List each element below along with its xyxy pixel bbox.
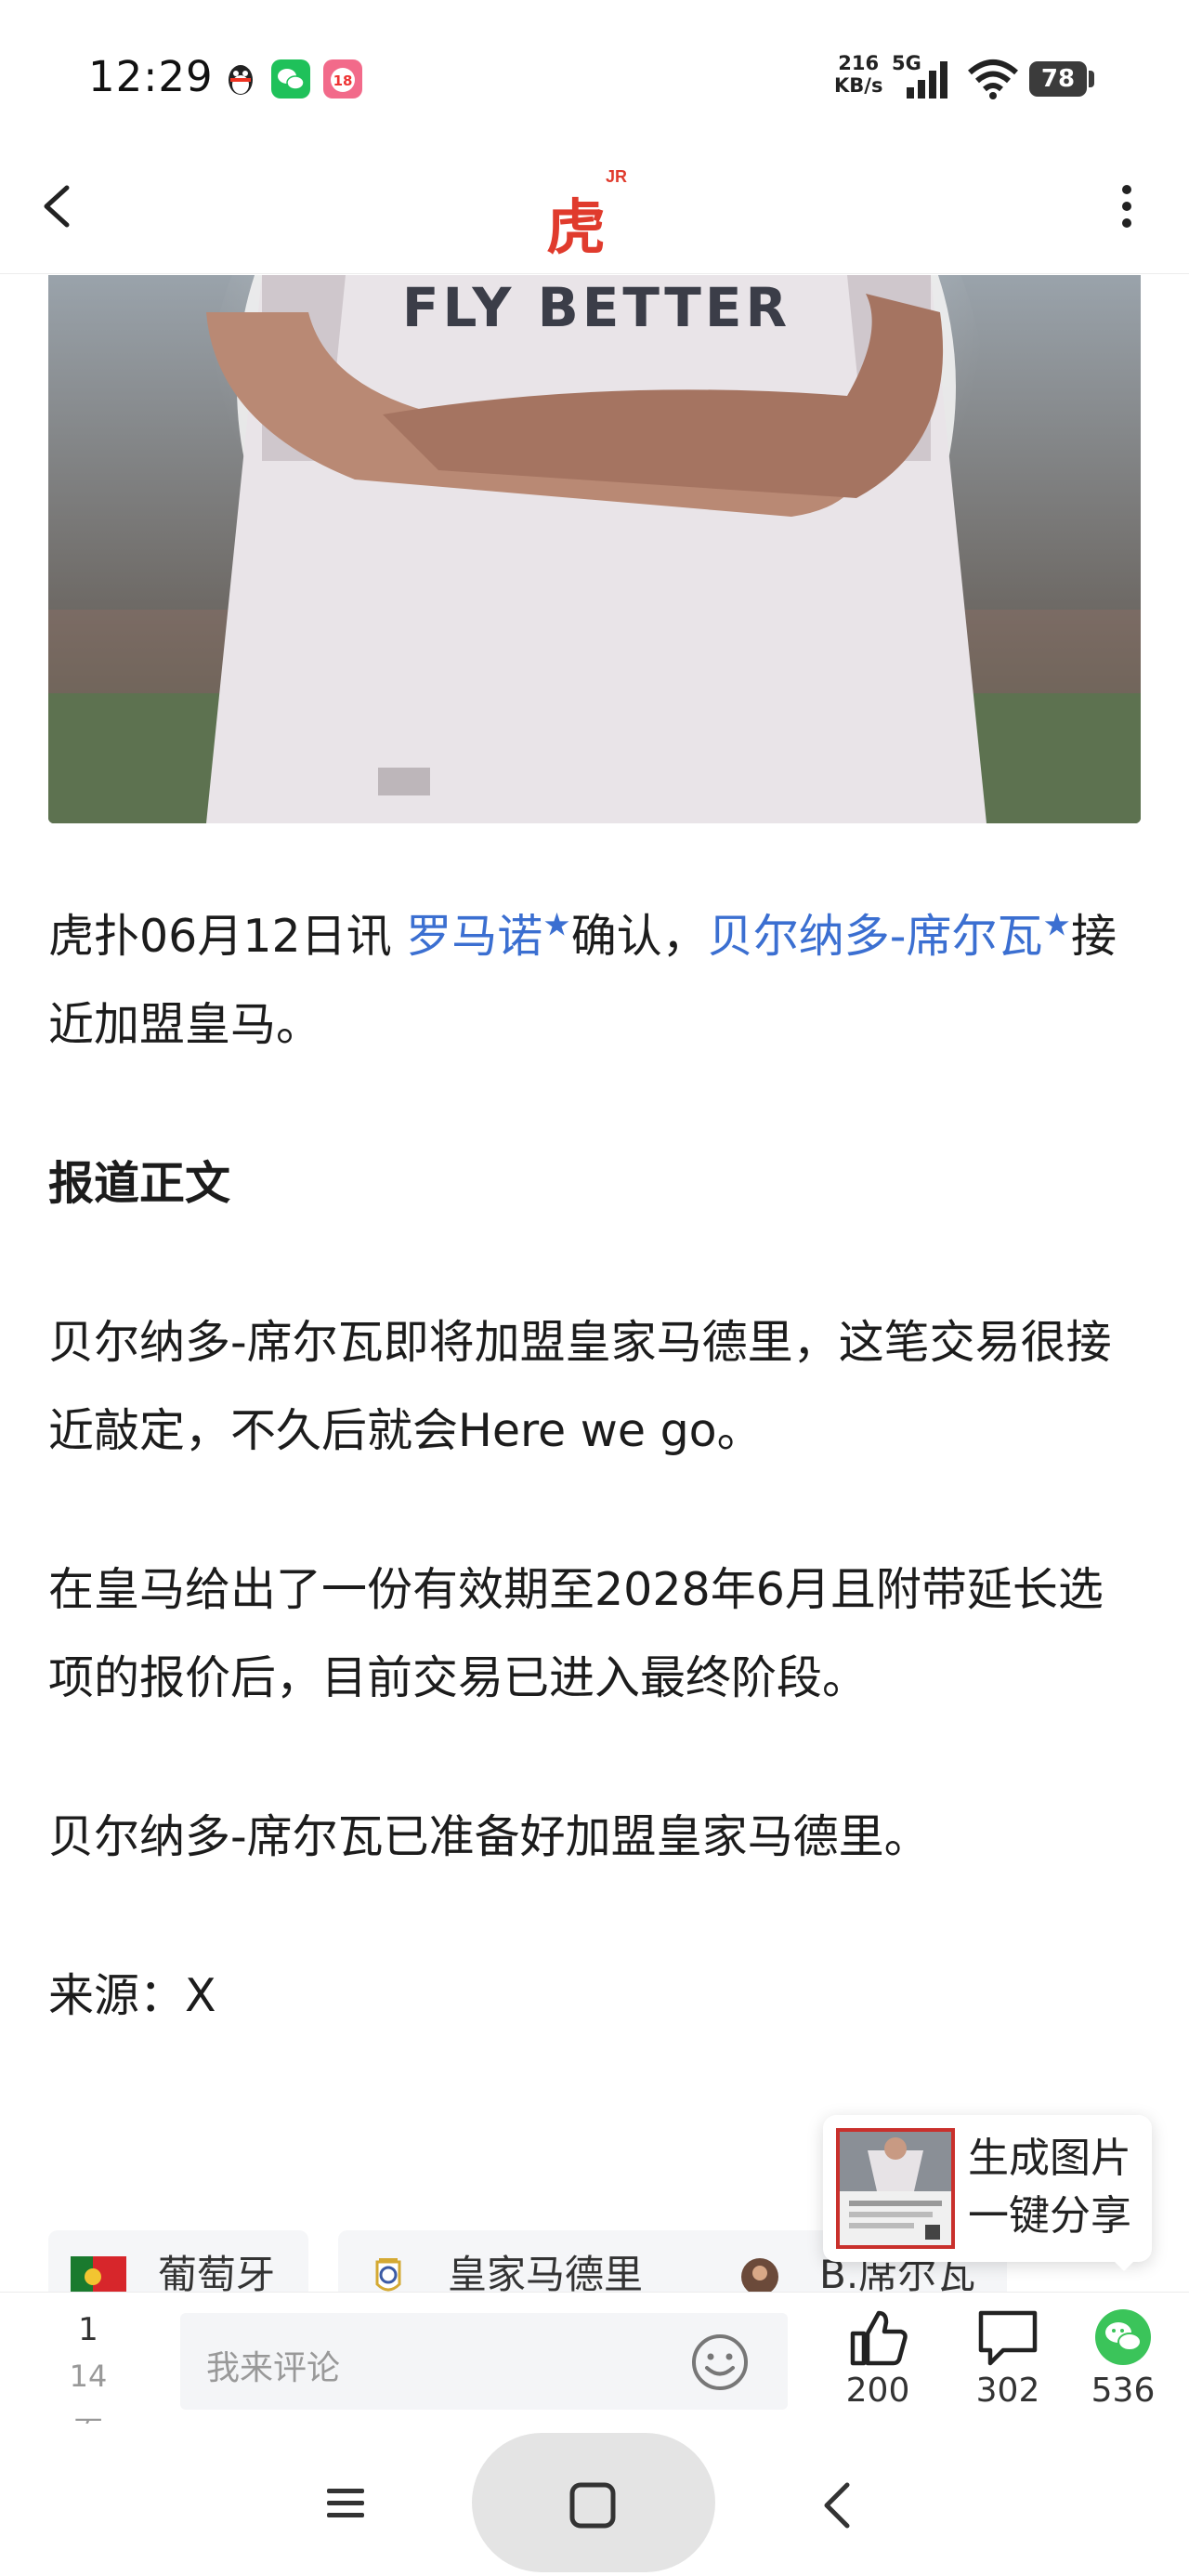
link-bernardo-silva[interactable]: 贝尔纳多-席尔瓦 [708, 910, 1043, 963]
comment-button[interactable]: 302 [957, 2307, 1059, 2412]
comment-bubble-icon [978, 2310, 1038, 2366]
status-bar: 12:29 18 216 KB/s 5G 78 [0, 0, 1189, 139]
article-heading: 报道正文 [48, 1157, 231, 1210]
like-button[interactable]: 200 [827, 2307, 929, 2412]
share-image-card[interactable]: 生成图片 一键分享 [823, 2115, 1152, 2262]
signal-icon [907, 61, 947, 99]
article-paragraph: 贝尔纳多-席尔瓦即将加盟皇家马德里，这笔交易很接近敲定，不久后就会Here we… [48, 1316, 1112, 1457]
share-card-pointer [1111, 2258, 1137, 2271]
battery-tip [1089, 71, 1094, 87]
wechat-share-button[interactable]: 536 [1072, 2307, 1174, 2412]
article-paragraph: 贝尔纳多-席尔瓦已准备好加盟皇家马德里。 [48, 1810, 930, 1863]
net-speed: 216 KB/s [834, 52, 883, 97]
qq-icon [221, 59, 260, 99]
wechat-icon [1095, 2309, 1151, 2365]
tag-portugal[interactable]: 葡萄牙 [48, 2230, 308, 2292]
more-options-icon[interactable] [1104, 177, 1150, 236]
article-body: 虎扑06月12日讯 罗马诺★确认，贝尔纳多-席尔瓦★接近加盟皇马。 报道正文 贝… [48, 892, 1141, 2040]
battery-indicator: 78 [1029, 61, 1087, 97]
article-source: 来源：X [48, 1969, 216, 2022]
portugal-flag-icon [71, 2256, 126, 2292]
real-madrid-crest-icon [375, 2258, 401, 2292]
star-icon: ★ [1042, 906, 1071, 944]
menu-icon[interactable] [323, 2481, 368, 2526]
status-time: 12:29 [88, 52, 214, 101]
hupu-logo: JR 虎扑 [546, 167, 628, 348]
system-navigation-bar [0, 2424, 1189, 2576]
emoji-icon[interactable] [689, 2332, 751, 2393]
top-nav-bar: JR 虎扑 [0, 139, 1189, 348]
svg-text:18: 18 [333, 72, 353, 89]
wifi-icon [968, 59, 1018, 99]
comment-count: 302 [975, 2372, 1040, 2410]
bottom-action-bar: 1 14页 我来评论 200 302 536 [0, 2292, 1189, 2450]
system-back-icon[interactable] [816, 2479, 860, 2531]
tag-real-madrid[interactable]: 皇家马德里 [338, 2230, 728, 2292]
link-romano[interactable]: 罗马诺 [406, 910, 542, 963]
player-avatar-icon [741, 2258, 778, 2292]
article-hero-image[interactable]: FLY BETTER [48, 275, 1141, 823]
page-current: 1 [78, 2311, 98, 2348]
home-icon[interactable] [568, 2481, 617, 2530]
thumbs-up-icon [850, 2310, 908, 2366]
star-icon: ★ [542, 906, 571, 944]
wechat-icon [271, 59, 310, 99]
article-paragraph: 在皇马给出了一份有效期至2028年6月且附带延长选项的报价后，目前交易已进入最终… [48, 1563, 1104, 1704]
jersey-text: FLY BETTER [402, 276, 790, 339]
back-icon[interactable] [28, 177, 87, 236]
share-card-text: 生成图片 一键分享 [968, 2135, 1131, 2240]
article-intro: 虎扑06月12日讯 罗马诺★确认，贝尔纳多-席尔瓦★接近加盟皇马。 [48, 906, 1117, 1051]
comment-placeholder: 我来评论 [206, 2349, 341, 2387]
app-18-icon: 18 [323, 59, 362, 99]
share-count: 536 [1091, 2372, 1156, 2410]
share-thumbnail [836, 2128, 955, 2249]
comment-input[interactable]: 我来评论 [180, 2313, 788, 2410]
like-count: 200 [845, 2372, 910, 2410]
